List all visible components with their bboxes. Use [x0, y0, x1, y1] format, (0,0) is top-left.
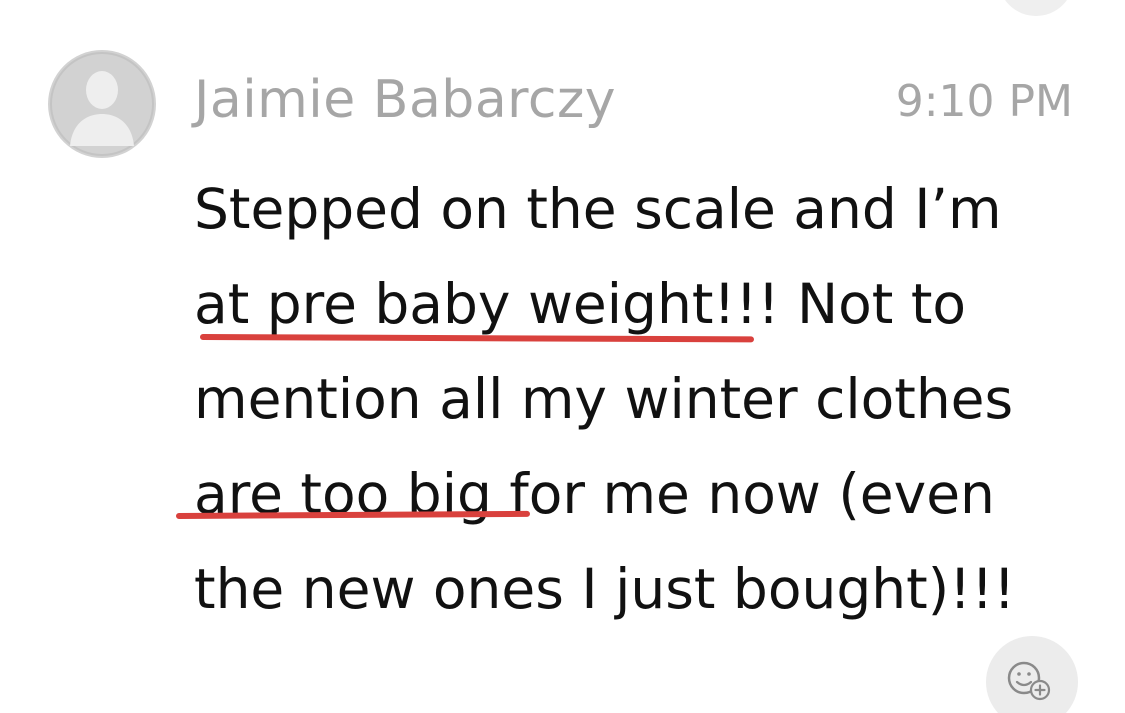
add-reaction-icon — [1007, 661, 1051, 701]
chat-message-view: Jaimie Babarczy 9:10 PM Stepped on the s… — [0, 0, 1125, 713]
message-body: Stepped on the scale and I’m at pre baby… — [194, 162, 1104, 637]
message-line-3: mention all my winter clothes — [194, 367, 1014, 431]
message-line-4: are too big for me now (even — [194, 462, 995, 526]
sender-name[interactable]: Jaimie Babarczy — [194, 68, 616, 132]
default-user-avatar-icon — [50, 52, 154, 156]
add-reaction-button[interactable] — [986, 636, 1078, 713]
message-timestamp: 9:10 PM — [895, 76, 1073, 127]
partial-reaction-button[interactable] — [998, 0, 1074, 16]
message-line-5: the new ones I just bought)!!! — [194, 557, 1016, 621]
message-line-1: Stepped on the scale and I’m — [194, 177, 1002, 241]
avatar[interactable] — [48, 50, 156, 158]
